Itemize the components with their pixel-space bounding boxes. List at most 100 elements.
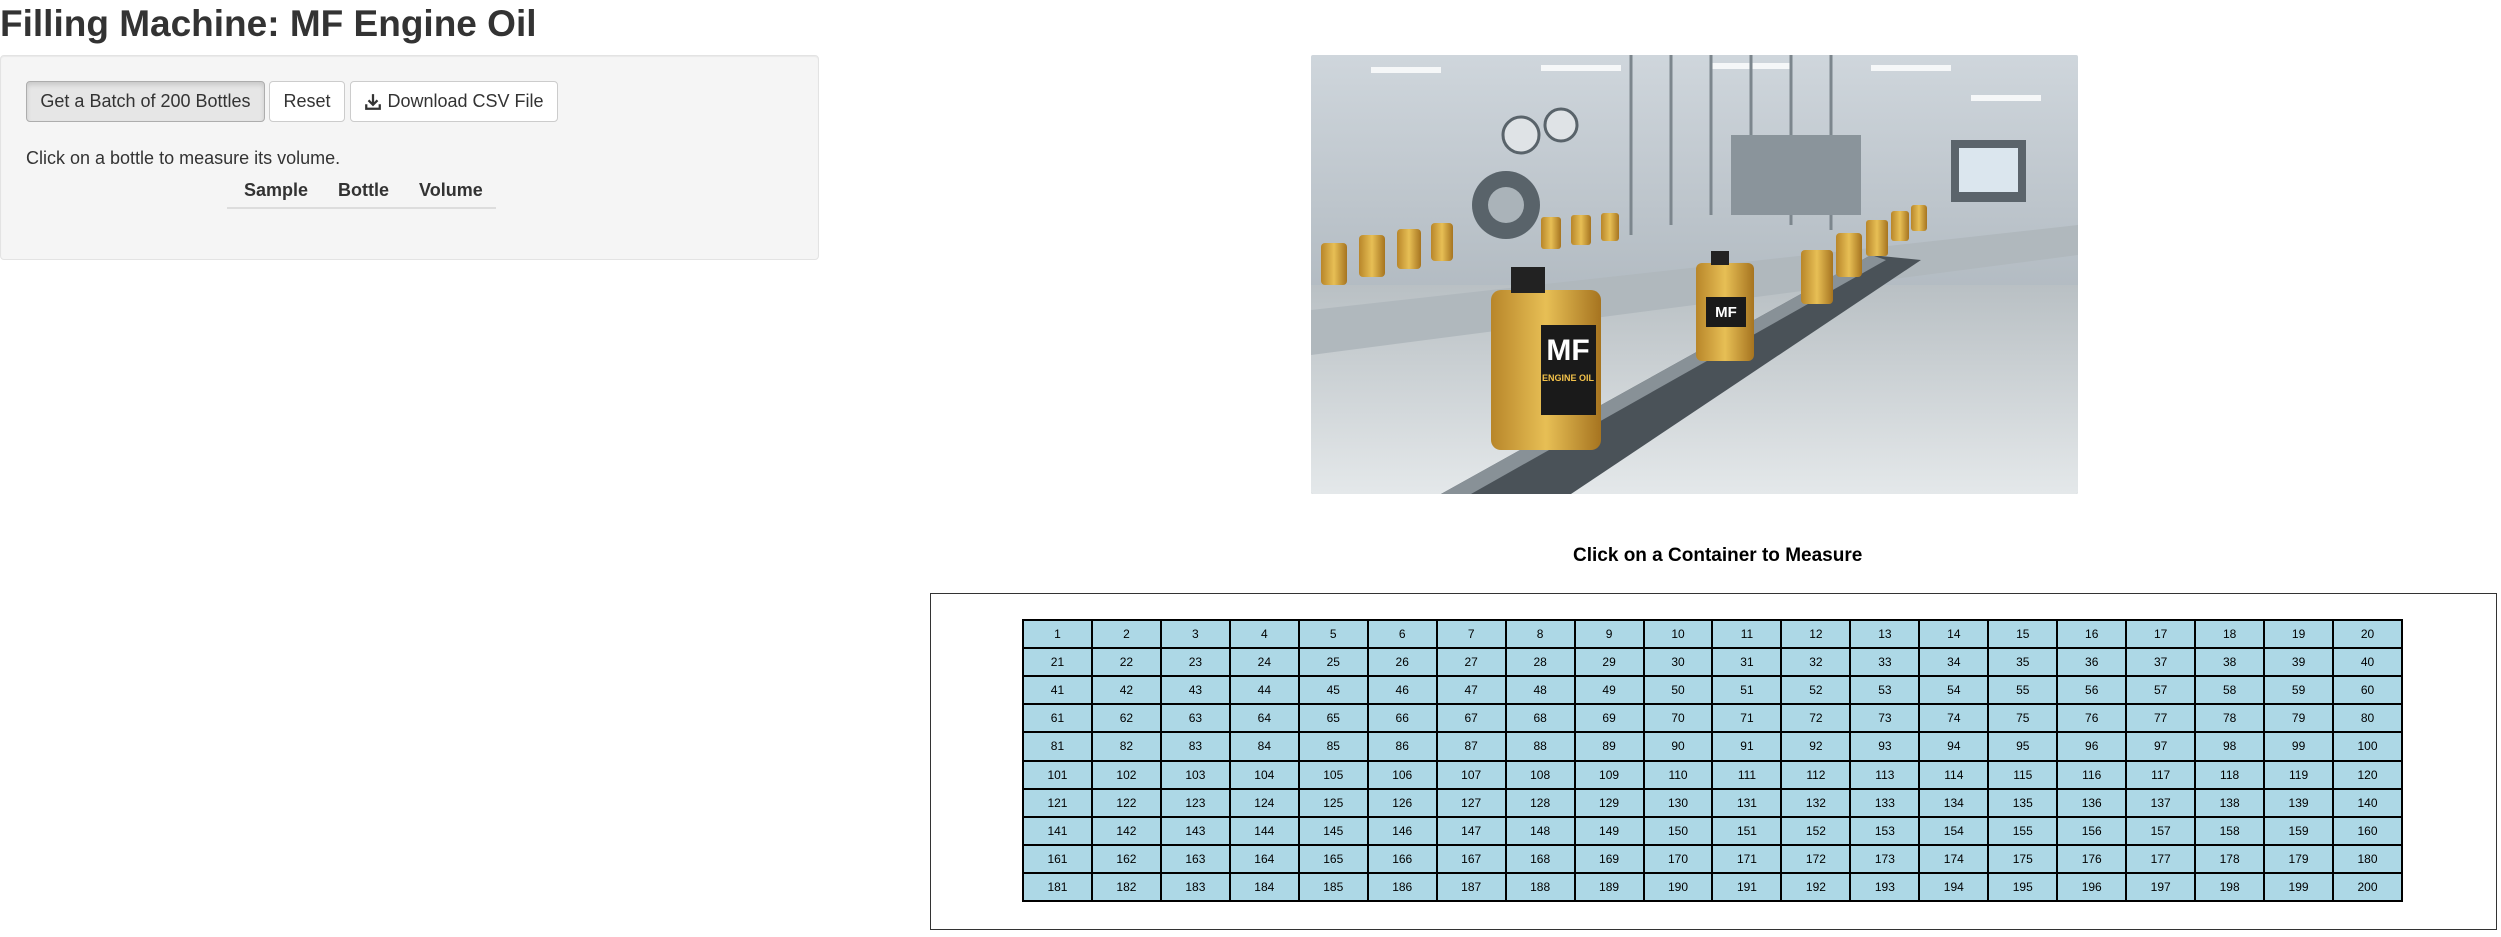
container-cell[interactable]: 32 (1782, 649, 1850, 676)
container-cell[interactable]: 113 (1851, 761, 1919, 788)
container-cell[interactable]: 23 (1161, 649, 1229, 676)
container-cell[interactable]: 107 (1437, 761, 1505, 788)
container-cell[interactable]: 170 (1644, 845, 1712, 872)
container-cell[interactable]: 189 (1575, 873, 1643, 900)
container-cell[interactable]: 191 (1713, 873, 1781, 900)
container-cell[interactable]: 15 (1989, 621, 2057, 648)
container-cell[interactable]: 172 (1782, 845, 1850, 872)
container-cell[interactable]: 19 (2265, 621, 2333, 648)
container-cell[interactable]: 105 (1299, 761, 1367, 788)
container-cell[interactable]: 91 (1713, 733, 1781, 760)
container-cell[interactable]: 166 (1368, 845, 1436, 872)
container-cell[interactable]: 86 (1368, 733, 1436, 760)
container-cell[interactable]: 111 (1713, 761, 1781, 788)
container-cell[interactable]: 104 (1230, 761, 1298, 788)
container-cell[interactable]: 26 (1368, 649, 1436, 676)
container-cell[interactable]: 29 (1575, 649, 1643, 676)
container-cell[interactable]: 134 (1920, 789, 1988, 816)
container-cell[interactable]: 148 (1506, 817, 1574, 844)
container-cell[interactable]: 146 (1368, 817, 1436, 844)
container-cell[interactable]: 58 (2196, 677, 2264, 704)
container-cell[interactable]: 127 (1437, 789, 1505, 816)
container-cell[interactable]: 120 (2334, 761, 2401, 788)
container-cell[interactable]: 95 (1989, 733, 2057, 760)
container-cell[interactable]: 186 (1368, 873, 1436, 900)
container-cell[interactable]: 117 (2127, 761, 2195, 788)
container-cell[interactable]: 4 (1230, 621, 1298, 648)
container-cell[interactable]: 108 (1506, 761, 1574, 788)
container-cell[interactable]: 142 (1092, 817, 1160, 844)
container-cell[interactable]: 94 (1920, 733, 1988, 760)
container-cell[interactable]: 151 (1713, 817, 1781, 844)
container-cell[interactable]: 71 (1713, 705, 1781, 732)
container-cell[interactable]: 171 (1713, 845, 1781, 872)
container-cell[interactable]: 118 (2196, 761, 2264, 788)
container-cell[interactable]: 188 (1506, 873, 1574, 900)
container-cell[interactable]: 109 (1575, 761, 1643, 788)
container-cell[interactable]: 194 (1920, 873, 1988, 900)
container-cell[interactable]: 65 (1299, 705, 1367, 732)
container-cell[interactable]: 179 (2265, 845, 2333, 872)
container-cell[interactable]: 40 (2334, 649, 2401, 676)
container-cell[interactable]: 6 (1368, 621, 1436, 648)
container-cell[interactable]: 193 (1851, 873, 1919, 900)
container-cell[interactable]: 77 (2127, 705, 2195, 732)
container-cell[interactable]: 63 (1161, 705, 1229, 732)
container-cell[interactable]: 37 (2127, 649, 2195, 676)
container-cell[interactable]: 33 (1851, 649, 1919, 676)
container-cell[interactable]: 124 (1230, 789, 1298, 816)
container-cell[interactable]: 12 (1782, 621, 1850, 648)
container-cell[interactable]: 103 (1161, 761, 1229, 788)
container-cell[interactable]: 61 (1024, 705, 1091, 732)
container-cell[interactable]: 132 (1782, 789, 1850, 816)
container-cell[interactable]: 152 (1782, 817, 1850, 844)
container-cell[interactable]: 185 (1299, 873, 1367, 900)
container-cell[interactable]: 50 (1644, 677, 1712, 704)
container-cell[interactable]: 59 (2265, 677, 2333, 704)
container-cell[interactable]: 182 (1092, 873, 1160, 900)
container-cell[interactable]: 36 (2058, 649, 2126, 676)
container-cell[interactable]: 162 (1092, 845, 1160, 872)
container-cell[interactable]: 150 (1644, 817, 1712, 844)
container-cell[interactable]: 90 (1644, 733, 1712, 760)
container-cell[interactable]: 139 (2265, 789, 2333, 816)
container-cell[interactable]: 93 (1851, 733, 1919, 760)
container-cell[interactable]: 153 (1851, 817, 1919, 844)
container-cell[interactable]: 121 (1024, 789, 1091, 816)
container-cell[interactable]: 157 (2127, 817, 2195, 844)
container-cell[interactable]: 173 (1851, 845, 1919, 872)
container-cell[interactable]: 20 (2334, 621, 2401, 648)
container-cell[interactable]: 141 (1024, 817, 1091, 844)
container-cell[interactable]: 97 (2127, 733, 2195, 760)
container-cell[interactable]: 27 (1437, 649, 1505, 676)
container-cell[interactable]: 176 (2058, 845, 2126, 872)
container-cell[interactable]: 99 (2265, 733, 2333, 760)
container-cell[interactable]: 75 (1989, 705, 2057, 732)
container-cell[interactable]: 60 (2334, 677, 2401, 704)
container-cell[interactable]: 149 (1575, 817, 1643, 844)
container-cell[interactable]: 192 (1782, 873, 1850, 900)
container-cell[interactable]: 92 (1782, 733, 1850, 760)
reset-button[interactable]: Reset (269, 81, 345, 122)
container-cell[interactable]: 49 (1575, 677, 1643, 704)
container-cell[interactable]: 85 (1299, 733, 1367, 760)
container-cell[interactable]: 190 (1644, 873, 1712, 900)
container-cell[interactable]: 55 (1989, 677, 2057, 704)
container-cell[interactable]: 43 (1161, 677, 1229, 704)
container-cell[interactable]: 76 (2058, 705, 2126, 732)
container-cell[interactable]: 17 (2127, 621, 2195, 648)
download-csv-button[interactable]: Download CSV File (350, 81, 558, 122)
container-cell[interactable]: 183 (1161, 873, 1229, 900)
container-cell[interactable]: 135 (1989, 789, 2057, 816)
container-cell[interactable]: 144 (1230, 817, 1298, 844)
container-cell[interactable]: 52 (1782, 677, 1850, 704)
container-cell[interactable]: 10 (1644, 621, 1712, 648)
container-cell[interactable]: 82 (1092, 733, 1160, 760)
container-cell[interactable]: 122 (1092, 789, 1160, 816)
container-cell[interactable]: 195 (1989, 873, 2057, 900)
container-cell[interactable]: 80 (2334, 705, 2401, 732)
container-cell[interactable]: 18 (2196, 621, 2264, 648)
container-cell[interactable]: 54 (1920, 677, 1988, 704)
container-cell[interactable]: 184 (1230, 873, 1298, 900)
container-cell[interactable]: 78 (2196, 705, 2264, 732)
